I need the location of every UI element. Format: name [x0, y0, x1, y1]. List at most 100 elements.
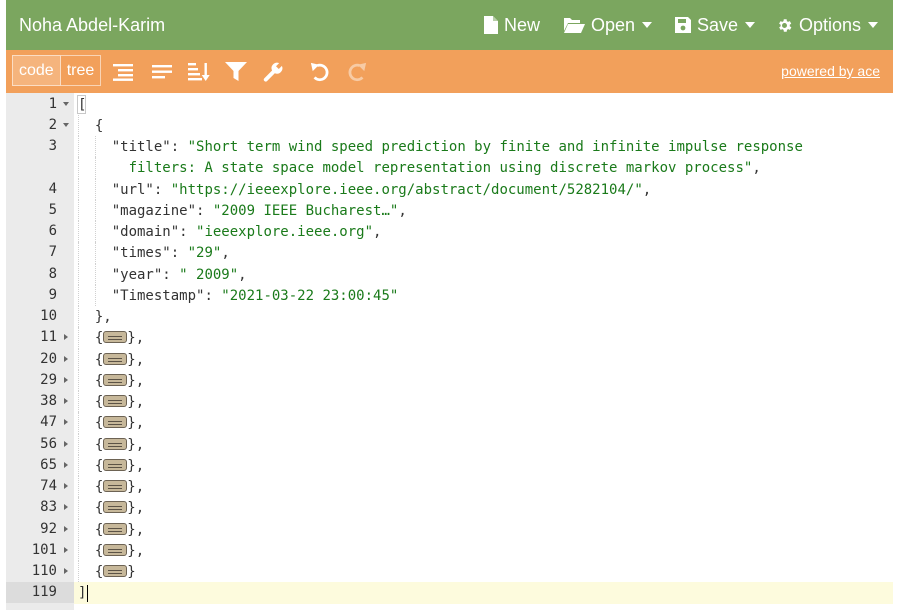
indent-guide — [78, 242, 79, 264]
code-text: "Timestamp": "2021-03-22 23:00:45" — [112, 286, 399, 307]
code-line[interactable]: "title": "Short term wind speed predicti… — [74, 136, 893, 158]
line-number: 11 — [40, 329, 57, 346]
line-number: 101 — [31, 541, 57, 558]
folder-open-icon — [564, 17, 585, 33]
code-line[interactable]: "times": "29", — [74, 242, 893, 264]
save-button[interactable]: Save — [675, 13, 756, 37]
wrench-icon[interactable] — [261, 60, 285, 84]
line-number: 4 — [48, 180, 57, 197]
json-string: "https://ieeexplore.ieee.org/abstract/do… — [170, 181, 643, 198]
folded-object-placeholder[interactable] — [103, 437, 128, 450]
code-line[interactable]: "Timestamp": "2021-03-22 23:00:45" — [74, 284, 893, 307]
line-number-gutter: 1 2 3 4 5 6 7 8 9 10 11 20 29 38 47 56 65 74 83 92 101 110 119 — [6, 93, 74, 610]
gutter-row: 7 — [6, 242, 74, 263]
text-cursor — [87, 585, 89, 603]
gutter-row: 5 — [6, 200, 74, 221]
folded-object-placeholder[interactable] — [103, 352, 128, 365]
code-line[interactable]: filters: A state space model representat… — [74, 157, 893, 179]
powered-by-link[interactable]: powered by ace — [781, 63, 880, 79]
folded-object-placeholder[interactable] — [103, 416, 128, 429]
code-line[interactable]: {}, — [74, 539, 893, 561]
fold-closed-icon[interactable] — [64, 398, 68, 404]
fold-closed-icon[interactable] — [64, 440, 68, 447]
json-punctuation: , — [642, 181, 652, 198]
sort-icon[interactable] — [187, 60, 211, 84]
compact-icon[interactable] — [150, 60, 174, 84]
fold-closed-icon[interactable] — [64, 483, 68, 489]
fold-closed-icon[interactable] — [64, 461, 68, 468]
code-line[interactable]: {}, — [74, 454, 893, 476]
folded-object-placeholder[interactable] — [103, 543, 128, 556]
folded-object-placeholder[interactable] — [103, 373, 128, 386]
fold-closed-icon[interactable] — [64, 568, 68, 574]
code-text: "year": " 2009", — [112, 265, 247, 286]
mode-code-button[interactable]: code — [12, 55, 61, 86]
code-text: "domain": "ieeexplore.ieee.org", — [112, 222, 382, 243]
indent-guide — [78, 306, 79, 328]
code-text: { — [95, 116, 103, 137]
code-line[interactable]: {}, — [74, 497, 893, 519]
new-label: New — [504, 15, 541, 35]
code-line[interactable]: { — [74, 114, 893, 137]
open-button[interactable]: Open — [564, 13, 653, 37]
indent-guide — [78, 433, 79, 455]
json-punctuation: , — [238, 266, 247, 283]
code-line[interactable]: {}, — [74, 327, 893, 349]
fold-open-icon[interactable] — [63, 122, 69, 127]
code-text: {}, — [94, 521, 145, 538]
code-editor[interactable]: 1 2 3 4 5 6 7 8 9 10 11 20 29 38 47 56 65 74 83 92 101 110 119… — [6, 93, 893, 610]
redo-icon[interactable] — [345, 60, 369, 84]
folded-object-placeholder[interactable] — [103, 458, 128, 471]
code-line[interactable]: "magazine": "2009 IEEE Bucharest…", — [74, 199, 893, 221]
fold-closed-icon[interactable] — [64, 419, 68, 426]
fold-closed-icon[interactable] — [64, 355, 68, 362]
code-line[interactable]: {}, — [74, 412, 893, 434]
floppy-icon — [675, 17, 691, 33]
line-number: 2 — [48, 116, 57, 133]
undo-icon[interactable] — [308, 60, 332, 84]
fold-open-icon[interactable] — [63, 101, 69, 106]
indent-guide — [94, 157, 96, 179]
fold-closed-icon[interactable] — [64, 504, 68, 511]
code-line[interactable]: "domain": "ieeexplore.ieee.org", — [74, 221, 893, 243]
code-line[interactable]: {}, — [74, 518, 893, 540]
line-number: 119 — [31, 584, 57, 601]
folded-object-placeholder[interactable] — [103, 565, 128, 577]
code-line[interactable]: [ — [74, 94, 893, 115]
folded-object-placeholder[interactable] — [103, 480, 128, 492]
code-content[interactable]: [{"title": "Short term wind speed predic… — [74, 93, 893, 610]
new-button[interactable]: New — [484, 13, 540, 37]
folded-object-placeholder[interactable] — [103, 501, 128, 514]
code-line[interactable]: {}, — [74, 369, 893, 391]
fold-closed-icon[interactable] — [64, 376, 68, 383]
folded-object-placeholder[interactable] — [103, 331, 128, 344]
fold-closed-icon[interactable] — [64, 334, 68, 341]
code-line[interactable]: {}, — [74, 433, 893, 455]
indent-guide — [78, 497, 79, 519]
line-number: 47 — [40, 414, 57, 431]
code-text: {}, — [94, 415, 145, 432]
options-button[interactable]: Options — [776, 13, 879, 37]
fold-closed-icon[interactable] — [64, 546, 68, 553]
fold-closed-icon[interactable] — [64, 525, 68, 532]
mode-tree-button[interactable]: tree — [60, 55, 102, 86]
code-line[interactable]: {}, — [74, 476, 893, 498]
menu-bar: Noha Abdel-Karim New Open Save Options — [6, 0, 893, 50]
code-line[interactable]: "year": " 2009", — [74, 263, 893, 286]
indent-guide — [78, 327, 79, 349]
indent-guide — [78, 263, 79, 285]
folded-object-placeholder[interactable] — [103, 395, 128, 407]
folded-object-placeholder[interactable] — [103, 522, 128, 535]
line-number: 5 — [48, 201, 57, 218]
filter-icon[interactable] — [224, 60, 248, 84]
format-icon[interactable] — [111, 60, 135, 84]
gutter-row: 10 — [6, 306, 74, 327]
gutter-row: 2 — [6, 115, 74, 136]
code-line[interactable]: "url": "https://ieeexplore.ieee.org/abst… — [74, 178, 893, 200]
code-line[interactable]: {} — [74, 561, 893, 583]
indent-guide — [94, 178, 96, 200]
code-line[interactable]: {}, — [74, 348, 893, 370]
code-line[interactable]: ] — [74, 582, 893, 604]
code-line[interactable]: }, — [74, 306, 893, 328]
code-line[interactable]: {}, — [74, 391, 893, 413]
